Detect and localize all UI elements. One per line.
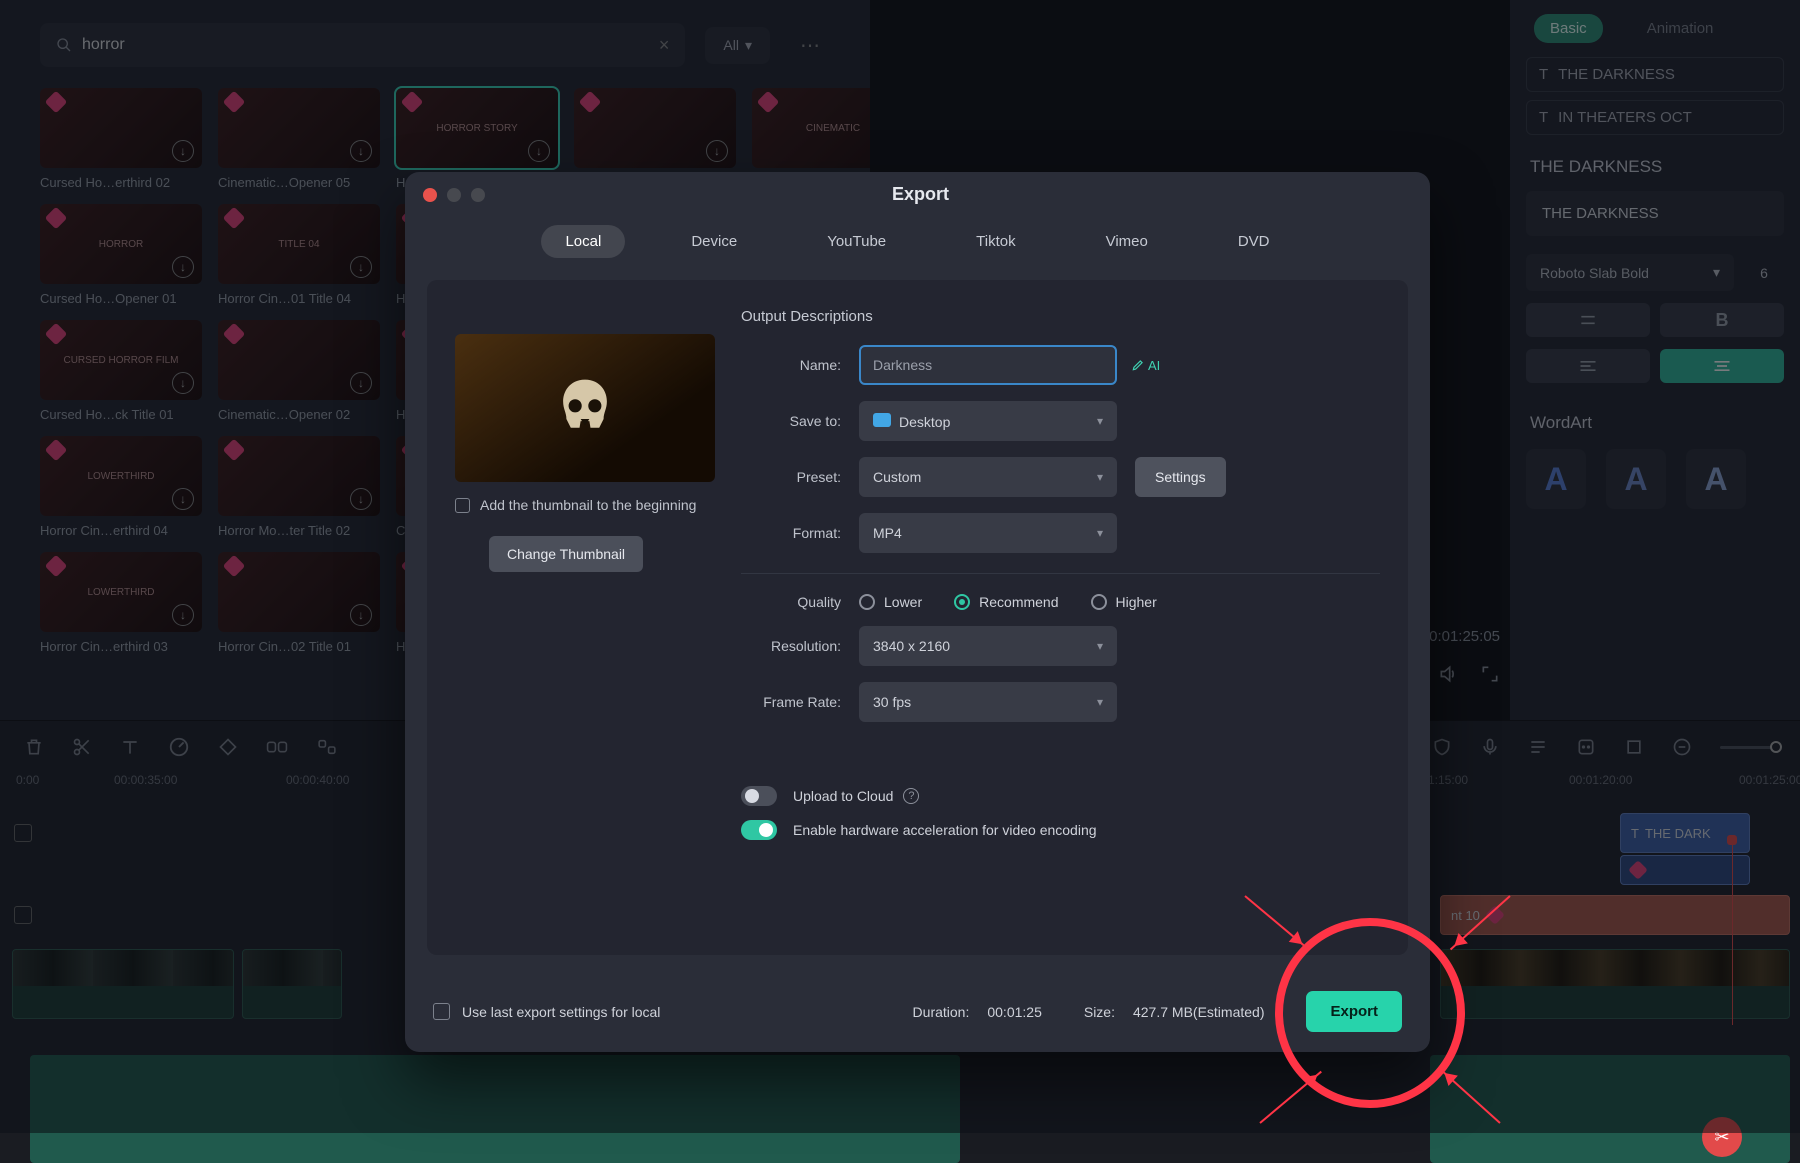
export-form: Output Descriptions Name: AI Save to: De… xyxy=(741,304,1380,854)
framerate-select[interactable]: 30 fps xyxy=(859,682,1117,722)
saveto-select[interactable]: Desktop xyxy=(859,401,1117,441)
quality-lower-radio[interactable]: Lower xyxy=(859,594,922,610)
modal-title: Export xyxy=(485,184,1356,205)
zoom-window-icon[interactable] xyxy=(471,188,485,202)
saveto-label: Save to: xyxy=(741,413,859,429)
duration-value: 00:01:25 xyxy=(987,1004,1042,1020)
hw-accel-label: Enable hardware acceleration for video e… xyxy=(793,822,1097,838)
name-input[interactable] xyxy=(859,345,1117,385)
resolution-select[interactable]: 3840 x 2160 xyxy=(859,626,1117,666)
quality-radios: Lower Recommend Higher xyxy=(859,594,1157,610)
hw-accel-toggle[interactable] xyxy=(741,820,777,840)
export-tab-device[interactable]: Device xyxy=(667,225,761,258)
quality-higher-radio[interactable]: Higher xyxy=(1091,594,1157,610)
resolution-label: Resolution: xyxy=(741,638,859,654)
upload-cloud-toggle[interactable] xyxy=(741,786,777,806)
export-tabs: Local Device YouTube Tiktok Vimeo DVD xyxy=(405,225,1430,258)
format-select[interactable]: MP4 xyxy=(859,513,1117,553)
format-label: Format: xyxy=(741,525,859,541)
preset-settings-button[interactable]: Settings xyxy=(1135,457,1226,497)
close-window-icon[interactable] xyxy=(423,188,437,202)
export-button[interactable]: Export xyxy=(1306,991,1402,1032)
use-last-settings-label: Use last export settings for local xyxy=(462,1004,660,1020)
export-tab-dvd[interactable]: DVD xyxy=(1214,225,1294,258)
name-label: Name: xyxy=(741,357,859,373)
chevron-down-icon xyxy=(1097,639,1103,653)
modal-body: Add the thumbnail to the beginning Chang… xyxy=(427,280,1408,955)
upload-cloud-label: Upload to Cloud xyxy=(793,788,893,804)
help-icon[interactable]: ? xyxy=(903,788,919,804)
preset-label: Preset: xyxy=(741,469,859,485)
chevron-down-icon xyxy=(1097,414,1103,428)
size-label: Size: xyxy=(1084,1004,1115,1020)
preset-select[interactable]: Custom xyxy=(859,457,1117,497)
add-thumbnail-row: Add the thumbnail to the beginning xyxy=(455,496,715,514)
export-tab-vimeo[interactable]: Vimeo xyxy=(1082,225,1172,258)
output-desc-heading: Output Descriptions xyxy=(741,308,1380,325)
minimize-window-icon[interactable] xyxy=(447,188,461,202)
duration-label: Duration: xyxy=(913,1004,970,1020)
folder-icon xyxy=(873,413,891,427)
quality-recommend-radio[interactable]: Recommend xyxy=(954,594,1058,610)
export-tab-youtube[interactable]: YouTube xyxy=(803,225,910,258)
use-last-settings-checkbox[interactable] xyxy=(433,1003,450,1020)
ai-edit-icon[interactable]: AI xyxy=(1131,358,1160,373)
use-last-settings-row: Use last export settings for local xyxy=(433,1003,660,1020)
export-tab-tiktok[interactable]: Tiktok xyxy=(952,225,1039,258)
window-controls xyxy=(423,188,485,202)
chevron-down-icon xyxy=(1097,695,1103,709)
change-thumbnail-button[interactable]: Change Thumbnail xyxy=(489,536,643,572)
export-tab-local[interactable]: Local xyxy=(541,225,625,258)
modal-titlebar: Export xyxy=(405,172,1430,217)
size-value: 427.7 MB(Estimated) xyxy=(1133,1004,1265,1020)
framerate-label: Frame Rate: xyxy=(741,694,859,710)
add-thumbnail-checkbox[interactable] xyxy=(455,498,470,513)
quality-label: Quality xyxy=(741,594,859,610)
chevron-down-icon xyxy=(1097,526,1103,540)
modal-footer: Use last export settings for local Durat… xyxy=(405,977,1430,1052)
skull-icon xyxy=(550,373,620,443)
thumbnail-preview xyxy=(455,334,715,482)
chevron-down-icon xyxy=(1097,470,1103,484)
thumbnail-column: Add the thumbnail to the beginning Chang… xyxy=(455,304,715,854)
add-thumbnail-label: Add the thumbnail to the beginning xyxy=(480,496,696,514)
